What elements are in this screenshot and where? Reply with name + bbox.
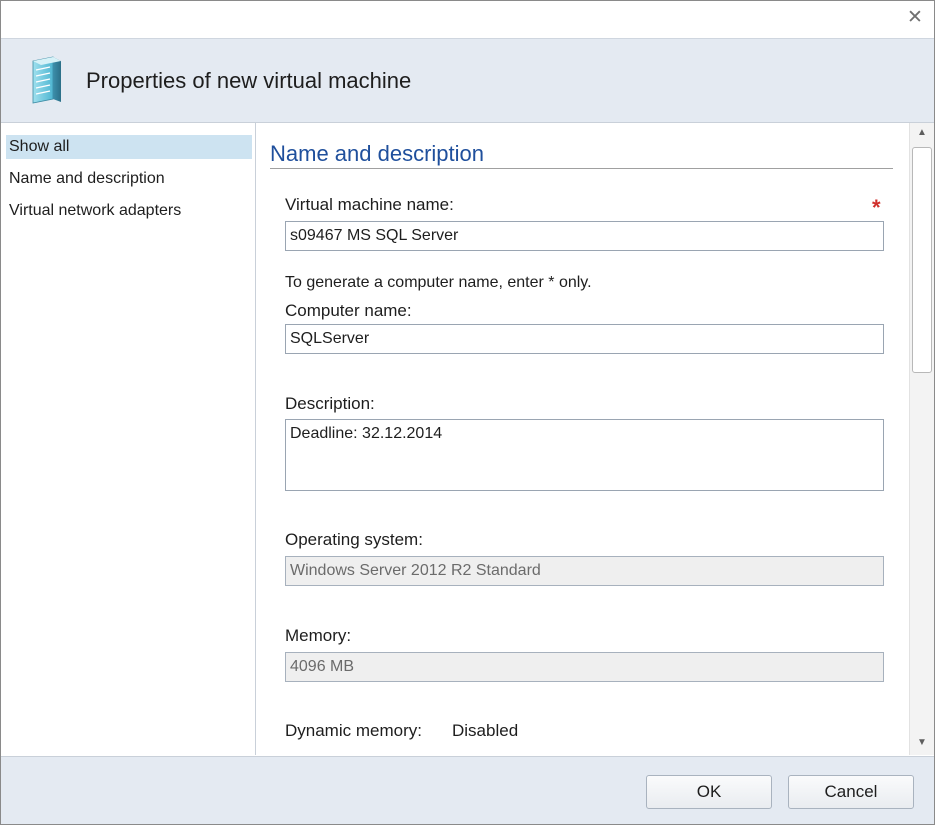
server-icon (32, 56, 61, 104)
dynamic-memory-value: Disabled (452, 721, 519, 740)
required-marker: * (872, 195, 881, 220)
title-bar: ✕ (1, 1, 934, 37)
dialog-header: Properties of new virtual machine (1, 38, 934, 123)
sidebar-nav: Show all Name and description Virtual ne… (4, 123, 256, 755)
memory-label: Memory: (285, 626, 352, 645)
dynamic-memory-label: Dynamic memory: (285, 721, 422, 740)
operating-system-field: Windows Server 2012 R2 Standard (285, 556, 884, 586)
computer-name-input[interactable]: SQLServer (285, 324, 884, 354)
sidebar-item-name-and-description[interactable]: Name and description (6, 167, 252, 191)
section-title: Name and description (270, 141, 485, 166)
ok-button[interactable]: OK (646, 775, 772, 809)
vm-name-input[interactable]: s09467 MS SQL Server (285, 221, 884, 251)
sidebar-item-show-all[interactable]: Show all (6, 135, 252, 159)
vm-properties-dialog: ✕ Properties of new virtual machine Show… (0, 0, 935, 825)
vm-name-label: Virtual machine name: (285, 195, 454, 214)
dialog-footer: OK Cancel (1, 756, 934, 824)
computer-name-hint: To generate a computer name, enter * onl… (285, 274, 592, 291)
section-divider (270, 168, 893, 169)
dialog-title: Properties of new virtual machine (86, 68, 412, 93)
description-label: Description: (285, 394, 375, 413)
close-icon[interactable]: ✕ (906, 8, 924, 27)
properties-panel: Name and description Virtual machine nam… (256, 123, 908, 755)
vertical-scrollbar[interactable]: ▲ ▼ (909, 123, 934, 755)
memory-field: 4096 MB (285, 652, 884, 682)
scroll-down-icon[interactable]: ▼ (910, 733, 934, 753)
scroll-up-icon[interactable]: ▲ (910, 123, 934, 143)
computer-name-label: Computer name: (285, 301, 412, 320)
scroll-thumb[interactable] (912, 147, 932, 373)
cancel-button[interactable]: Cancel (788, 775, 914, 809)
description-textarea[interactable]: Deadline: 32.12.2014 (285, 419, 884, 491)
sidebar-item-virtual-network-adapters[interactable]: Virtual network adapters (6, 199, 252, 223)
operating-system-label: Operating system: (285, 530, 423, 549)
